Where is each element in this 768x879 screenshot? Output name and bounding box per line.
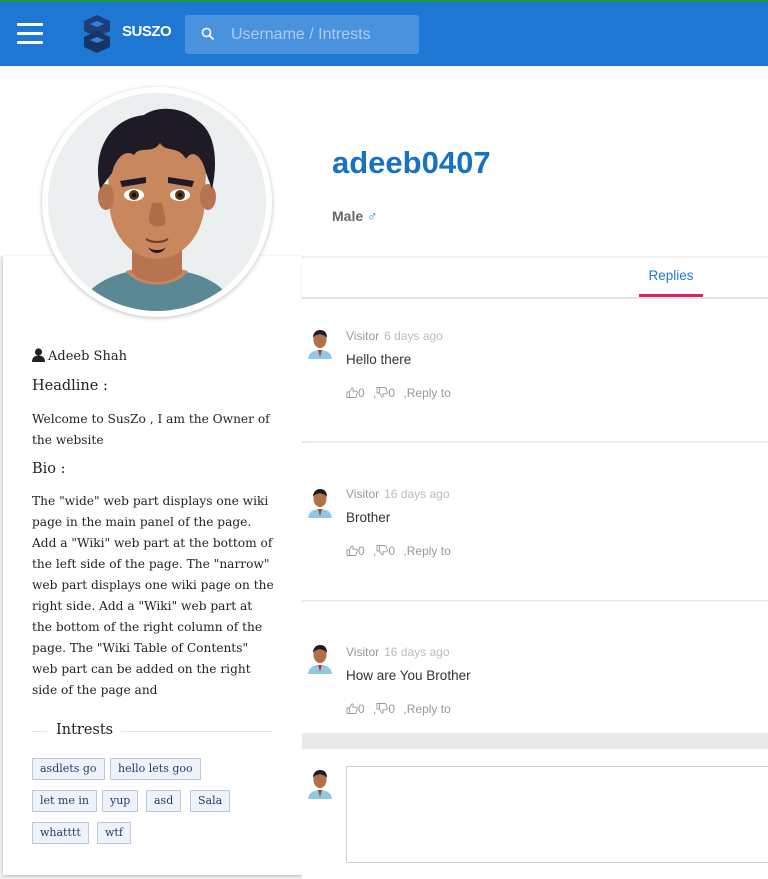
brand-name: SUSZO: [122, 23, 172, 40]
reply-text: How are You Brother: [346, 668, 471, 683]
bio-label: Bio :: [32, 461, 66, 477]
user-avatar-icon: [308, 770, 332, 799]
thumbs-up-icon: [346, 703, 358, 714]
male-icon: ♂: [367, 208, 378, 224]
bio-text: The "wide" web part displays one wiki pa…: [32, 494, 274, 697]
reply-meta: Visitor 16 days ago: [346, 645, 450, 659]
intrest-tag[interactable]: yup: [102, 790, 139, 812]
search-bar: [185, 15, 419, 54]
intrest-tag[interactable]: Sala: [190, 790, 231, 812]
profile-avatar: [42, 87, 272, 317]
thumbs-up-icon: [346, 545, 358, 556]
dislike-count: 0: [388, 544, 396, 558]
reply-author[interactable]: Visitor: [346, 645, 379, 659]
brand-logo[interactable]: SUSZO: [80, 15, 172, 55]
profile-username: adeeb0407: [332, 145, 491, 180]
like-button[interactable]: 0: [346, 702, 365, 716]
full-name-text: Adeeb Shah: [48, 349, 127, 364]
reply-compose: [302, 749, 768, 879]
tab-active-indicator: [639, 294, 703, 297]
profile-tabs: Replies: [302, 258, 768, 298]
intrest-tag[interactable]: asdlets go: [32, 758, 105, 780]
visitor-avatar-icon: [308, 645, 332, 674]
thumbs-down-icon: [376, 703, 389, 714]
headline-label: Headline :: [32, 378, 108, 394]
intrest-tag[interactable]: let me in: [32, 790, 97, 812]
reply-time: 16 days ago: [384, 487, 450, 501]
dislike-button[interactable]: ,0: [373, 386, 395, 400]
reply-to-link[interactable]: ,Reply to: [403, 702, 450, 716]
reply-to-link[interactable]: ,Reply to: [403, 386, 450, 400]
reply-to-link[interactable]: ,Reply to: [403, 544, 450, 558]
reply-time: 16 days ago: [384, 645, 450, 659]
suszo-logo-icon: [84, 15, 110, 53]
like-button[interactable]: 0: [346, 386, 365, 400]
like-count: 0: [358, 386, 365, 400]
section-divider: [302, 733, 768, 749]
intrest-tag[interactable]: asd: [146, 790, 182, 812]
reply-item: Visitor 16 days ago Brother 0 ,0 ,Reply t…: [302, 443, 768, 601]
visitor-avatar-icon: [308, 489, 332, 518]
thumbs-up-icon: [346, 387, 358, 398]
reply-author[interactable]: Visitor: [346, 329, 379, 343]
like-count: 0: [358, 702, 365, 716]
reply-meta: Visitor 16 days ago: [346, 487, 450, 501]
profile-info-card: Adeeb Shah Headline : Welcome to SusZo ,…: [3, 256, 302, 875]
top-navbar: SUSZO: [0, 0, 768, 66]
dislike-count: 0: [388, 386, 396, 400]
intrest-tag[interactable]: whatttt: [32, 822, 89, 844]
person-icon: [32, 348, 45, 362]
dislike-button[interactable]: ,0: [373, 544, 395, 558]
search-input[interactable]: [231, 15, 411, 54]
like-count: 0: [358, 544, 365, 558]
reply-author[interactable]: Visitor: [346, 487, 379, 501]
thumbs-down-icon: [376, 545, 389, 556]
reply-actions: 0 ,0 ,Reply to: [346, 702, 451, 716]
reply-text: Hello there: [346, 352, 412, 367]
like-button[interactable]: 0: [346, 544, 365, 558]
intrests-title: Intrests: [56, 722, 114, 738]
gender-label: Male: [332, 208, 364, 224]
reply-text: Brother: [346, 510, 391, 525]
reply-actions: 0 ,0 ,Reply to: [346, 544, 451, 558]
dislike-count: 0: [388, 702, 396, 716]
intrest-tag[interactable]: hello lets goo: [110, 758, 201, 780]
profile-gender: Male ♂: [332, 208, 378, 224]
reply-time: 6 days ago: [384, 329, 443, 343]
dislike-button[interactable]: ,0: [373, 702, 395, 716]
reply-textarea[interactable]: [346, 766, 768, 863]
intrests-heading: Intrests: [32, 722, 273, 742]
avatar-illustration: [48, 93, 266, 311]
headline-text: Welcome to SusZo , I am the Owner of the…: [32, 412, 270, 447]
reply-item: Visitor 6 days ago Hello there 0 ,0 ,Repl…: [302, 299, 768, 442]
thumbs-down-icon: [376, 387, 389, 398]
reply-item: Visitor 16 days ago How are You Brother 0…: [302, 602, 768, 733]
menu-icon[interactable]: [17, 23, 43, 45]
search-icon: [201, 27, 215, 41]
full-name: Adeeb Shah: [32, 348, 127, 364]
reply-actions: 0 ,0 ,Reply to: [346, 386, 451, 400]
visitor-avatar-icon: [308, 330, 332, 359]
intrest-tag[interactable]: wtf: [97, 822, 131, 844]
reply-meta: Visitor 6 days ago: [346, 329, 443, 343]
